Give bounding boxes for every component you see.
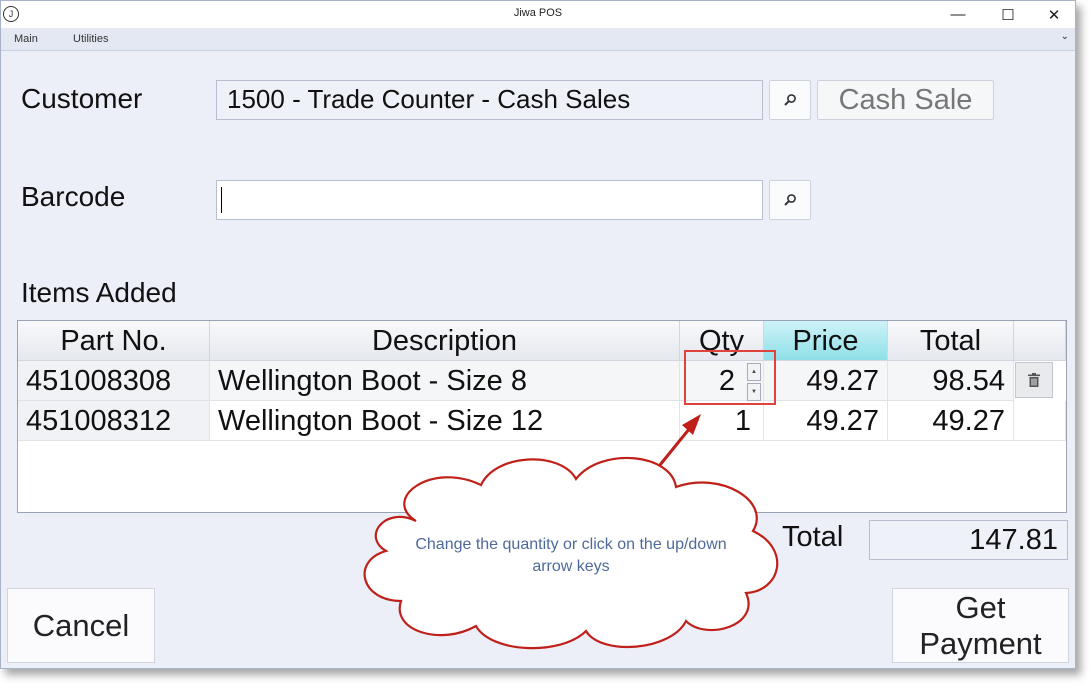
pos-window: J Jiwa POS — ☐ ✕ Main Utilities ⌄ Custom… [0, 0, 1076, 669]
callout-text: Change the quantity or click on the up/d… [415, 536, 727, 575]
annotation-arrow-head [682, 414, 701, 435]
